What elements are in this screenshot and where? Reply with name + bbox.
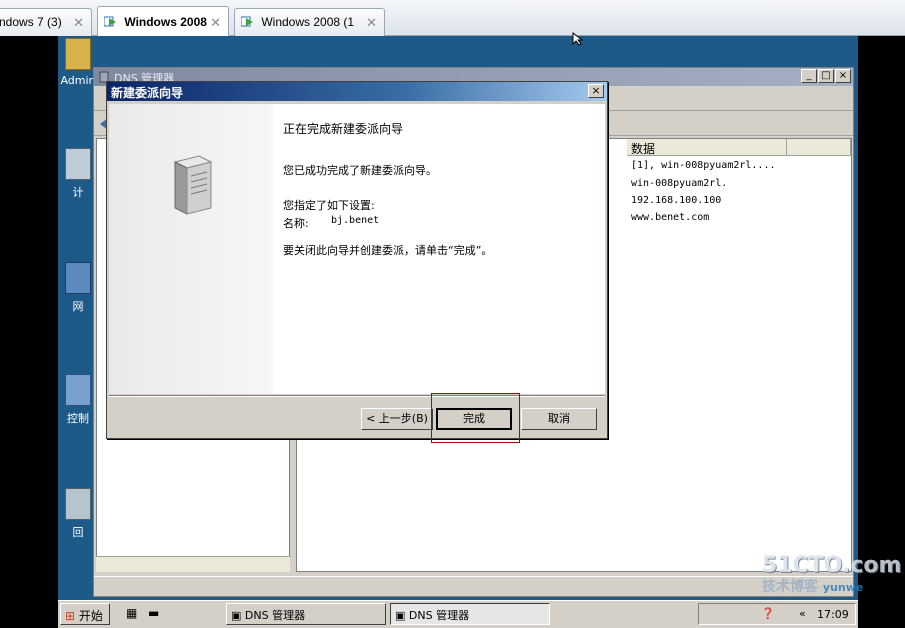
vm-tab-windows7[interactable]: ndows 7 (3) ✕ (0, 8, 92, 36)
horizontal-scrollbar[interactable] (96, 556, 290, 572)
close-icon[interactable]: ✕ (73, 15, 84, 31)
close-button[interactable]: × (835, 69, 851, 83)
close-icon[interactable]: ✕ (366, 15, 377, 31)
computer-icon (65, 148, 91, 180)
cancel-button[interactable]: 取消 (521, 408, 597, 430)
dns-icon: ▣ (231, 609, 242, 622)
wizard-name-value: bj.benet (331, 215, 380, 226)
server-manager-icon[interactable]: ▦ (126, 606, 137, 620)
mouse-cursor-icon (572, 32, 584, 46)
host-background (858, 36, 905, 604)
chevron-left-icon[interactable]: « (799, 607, 806, 620)
vm-play-icon (241, 16, 253, 27)
wizard-title: 新建委派向导 (111, 86, 184, 100)
clock: 17:09 (817, 608, 849, 621)
wizard-heading: 正在完成新建委派向导 (283, 122, 404, 136)
wizard-instruction: 要关闭此向导并创建委派，请单击“完成”。 (283, 244, 493, 257)
vm-tab-windows2008[interactable]: Windows 2008 ✕ (97, 6, 229, 37)
desktop-icon-admin[interactable]: Admin (58, 38, 98, 87)
notification-area: ❓ « 17:09 (698, 603, 856, 625)
wizard-name-label: 名称: (283, 217, 309, 230)
table-row[interactable]: [1], win-008pyuam2rl.... (631, 160, 776, 171)
maximize-button[interactable]: □ (818, 69, 834, 83)
recycle-bin-icon (65, 488, 91, 520)
annotation-highlight (431, 393, 520, 443)
folder-icon (65, 38, 91, 70)
close-icon[interactable]: ✕ (210, 15, 221, 31)
wizard-success-text: 您已成功完成了新建委派向导。 (283, 164, 437, 177)
wizard-titlebar[interactable]: 新建委派向导 × (107, 82, 607, 101)
vm-tab-windows2008-1[interactable]: Windows 2008 (1 ✕ (234, 8, 385, 36)
desktop-icon-recycle-bin[interactable]: 回 (58, 488, 98, 540)
desktop-icon-computer[interactable]: 计 (58, 148, 98, 200)
server-icon (173, 155, 213, 215)
table-row[interactable]: www.benet.com (631, 212, 709, 223)
show-desktop-icon[interactable]: ▬ (148, 606, 159, 620)
back-button[interactable]: < 上一步(B) (361, 408, 433, 430)
windows-logo-icon: ⊞ (65, 609, 76, 623)
taskbar: ⊞ 开始 ▦ ▬ ▣ DNS 管理器 ▣ DNS 管理器 ❓ « 17:09 (58, 600, 858, 628)
vm-tab-label: Windows 2008 (124, 15, 207, 29)
wizard-side-panel (109, 104, 273, 394)
start-label: 开始 (78, 609, 103, 623)
start-button[interactable]: ⊞ 开始 (60, 603, 110, 625)
network-icon (65, 262, 91, 294)
help-icon[interactable]: ❓ (761, 607, 775, 620)
vm-tab-label: ndows 7 (3) (0, 15, 62, 29)
wizard-settings-label: 您指定了如下设置: (283, 199, 375, 212)
desktop-icon-network[interactable]: 网 (58, 262, 98, 314)
table-row[interactable]: win-008pyuam2rl. (631, 178, 727, 189)
status-bar (94, 576, 853, 596)
vm-tab-strip: ndows 7 (3) ✕ Windows 2008 ✕ Windows 200… (0, 0, 905, 37)
taskbar-item-dns-manager-active[interactable]: ▣ DNS 管理器 (390, 603, 550, 625)
table-row[interactable]: 192.168.100.100 (631, 195, 721, 206)
wizard-divider (109, 395, 605, 397)
column-header-data[interactable]: 数据 (627, 139, 787, 156)
wizard-content: 正在完成新建委派向导 您已成功完成了新建委派向导。 您指定了如下设置: 名称: … (273, 104, 605, 394)
vm-play-icon (104, 16, 116, 27)
dns-icon: ▣ (395, 609, 406, 622)
vm-tab-label: Windows 2008 (1 (261, 15, 355, 29)
control-panel-icon (65, 374, 91, 406)
new-delegation-wizard: 新建委派向导 × 正在完成新建委派向导 您已成功完成了新建委派向导。 您指定了如… (106, 81, 608, 439)
desktop-icon-control-panel[interactable]: 控制 (58, 374, 98, 426)
minimize-button[interactable]: _ (801, 69, 817, 83)
wizard-close-button[interactable]: × (588, 84, 604, 98)
column-header-extra[interactable] (787, 139, 851, 156)
taskbar-item-dns-manager[interactable]: ▣ DNS 管理器 (226, 603, 386, 625)
